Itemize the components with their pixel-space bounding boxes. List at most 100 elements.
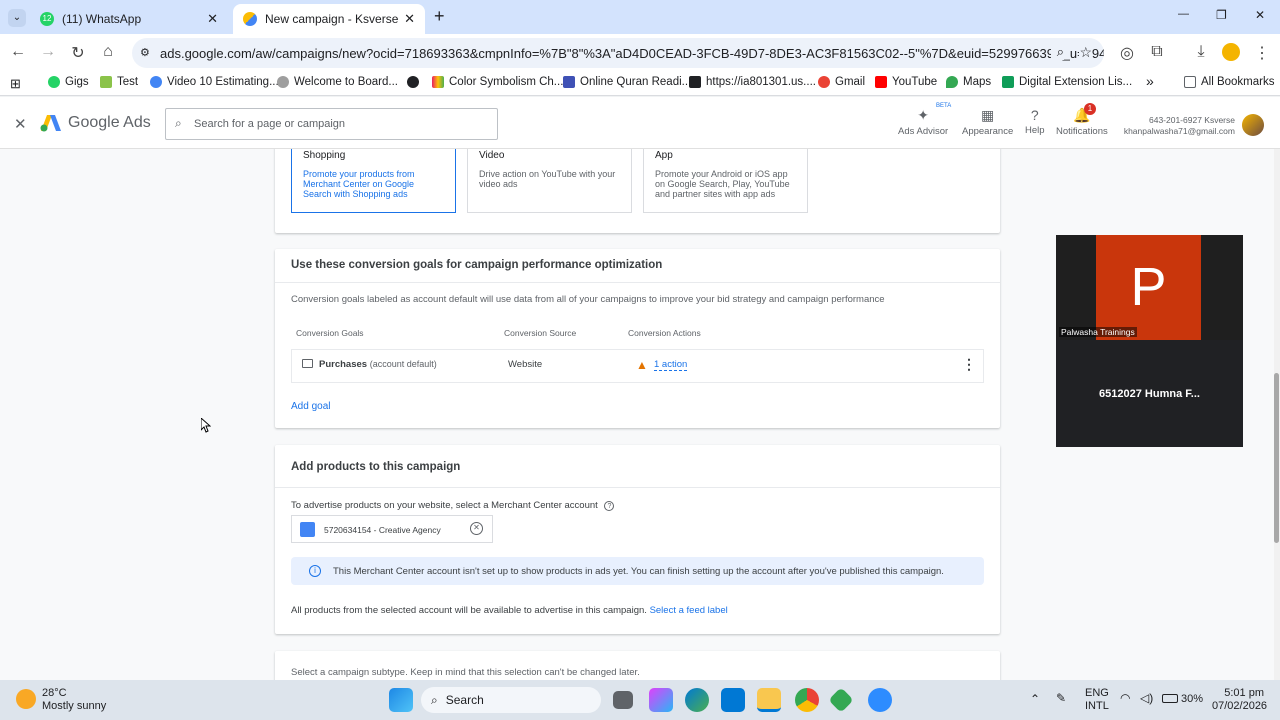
bookmarks-overflow[interactable]: » — [1146, 73, 1154, 89]
add-goal-button[interactable]: Add goal — [291, 401, 330, 412]
bookmark-gigs[interactable]: Gigs — [48, 76, 89, 88]
chevron-up-icon[interactable]: ⌃ — [1030, 692, 1040, 706]
pen-icon[interactable]: ✎ — [1056, 691, 1066, 705]
store-icon[interactable] — [721, 688, 745, 712]
mouse-cursor-icon — [201, 418, 211, 433]
bookmark-youtube[interactable]: YouTube — [875, 76, 937, 88]
campaign-type-video[interactable]: Video Drive action on YouTube with your … — [467, 149, 632, 213]
gigs-icon — [48, 76, 60, 88]
battery-percent: 30% — [1181, 693, 1204, 705]
help-button[interactable]: ? Help — [1025, 107, 1045, 136]
url-text: ads.google.com/aw/campaigns/new?ocid=718… — [160, 45, 1104, 61]
ads-advisor-button[interactable]: ✦ Ads Advisor BETA — [898, 103, 951, 137]
profile-avatar[interactable] — [1222, 43, 1240, 61]
warning-icon: ▲ — [636, 358, 648, 372]
menu-icon[interactable]: ⋮ — [1252, 43, 1272, 63]
bookmark-archive[interactable]: https://ia801301.us.... — [689, 76, 816, 88]
campaign-type-shopping[interactable]: Shopping Promote your products from Merc… — [291, 149, 456, 213]
scrollbar-thumb[interactable] — [1274, 373, 1279, 543]
account-info[interactable]: 643-201-6927 Ksverse khanpalwasha71@gmai… — [1118, 115, 1235, 137]
bookmark-globe[interactable] — [407, 76, 424, 88]
all-bookmarks[interactable]: All Bookmarks — [1184, 76, 1275, 88]
file-explorer-icon[interactable] — [757, 688, 781, 712]
remove-icon[interactable]: ✕ — [470, 522, 483, 535]
campaign-type-app[interactable]: App Promote your Android or iOS app on G… — [643, 149, 808, 213]
section-desc: Conversion goals labeled as account defa… — [291, 294, 885, 305]
weather-widget[interactable]: 28°C Mostly sunny — [42, 687, 106, 713]
info-icon: i — [309, 565, 321, 577]
apps-icon[interactable]: ⊞ — [10, 76, 21, 92]
extension-icon[interactable]: ◎ — [1117, 43, 1137, 63]
merchant-center-icon — [300, 522, 315, 537]
account-email: khanpalwasha71@gmail.com — [1123, 126, 1235, 136]
site-info-icon[interactable]: ⚙ — [140, 46, 150, 59]
appearance-button[interactable]: ▦ Appearance — [962, 107, 1013, 137]
clock[interactable]: 5:01 pm 07/02/2026 — [1212, 687, 1267, 713]
language-indicator[interactable]: ENG INTL — [1085, 687, 1109, 713]
edge-icon[interactable] — [685, 688, 709, 712]
select-feed-label-link[interactable]: Select a feed label — [650, 605, 728, 616]
divider — [275, 282, 1000, 283]
bookmark-gmail[interactable]: Gmail — [818, 76, 865, 88]
puzzle-icon[interactable]: ⧉ — [1147, 43, 1167, 61]
tab-close-icon[interactable]: ✕ — [207, 11, 218, 27]
close-icon[interactable]: ✕ — [14, 115, 27, 133]
tab-search-icon[interactable]: ⌄ — [8, 9, 26, 27]
tab-google-ads[interactable]: New campaign - Ksverse - Goo ✕ — [233, 4, 425, 34]
bookmark-maps[interactable]: Maps — [946, 76, 991, 88]
app-green-icon[interactable] — [828, 687, 854, 713]
more-options-icon[interactable]: ⋮ — [962, 356, 976, 373]
archive-icon — [689, 76, 701, 88]
bookmark-color[interactable]: Color Symbolism Ch... — [432, 76, 563, 88]
reload-icon[interactable]: ↻ — [68, 43, 88, 63]
tab-close-icon[interactable]: ✕ — [404, 11, 415, 27]
tab-whatsapp[interactable]: 12 (11) WhatsApp ✕ — [30, 4, 228, 34]
taskbar-search[interactable]: ⌕ Search — [421, 687, 601, 713]
page-search-input[interactable]: ⌕ Search for a page or campaign — [165, 108, 498, 140]
zoom-icon[interactable]: ⌕ — [1050, 44, 1064, 60]
copilot-icon[interactable] — [649, 688, 673, 712]
wifi-icon[interactable]: ◠ — [1120, 691, 1130, 705]
actions-link[interactable]: 1 action — [654, 359, 688, 371]
products-card: Add products to this campaign To adverti… — [275, 445, 1000, 634]
bookmark-star-icon[interactable]: ☆ — [1079, 44, 1092, 61]
chrome-icon[interactable] — [795, 688, 819, 712]
zoom-app-icon[interactable] — [868, 688, 892, 712]
maximize-button[interactable]: ❐ — [1216, 8, 1227, 22]
column-header-actions: Conversion Actions — [628, 328, 701, 338]
task-view-icon[interactable] — [613, 691, 633, 709]
table-row: Purchases (account default) Website ▲ 1 … — [291, 349, 984, 383]
video-call-panel[interactable]: P Palwasha Trainings 6512027 Humna F... — [1056, 235, 1243, 447]
browser-toolbar: ← → ↻ ⌂ ⚙ ads.google.com/aw/campaigns/ne… — [0, 34, 1280, 72]
google-ads-header: ✕ Google Ads ⌕ Search for a page or camp… — [0, 97, 1280, 149]
quran-icon — [563, 76, 575, 88]
back-icon[interactable]: ← — [8, 43, 28, 61]
account-id: 643-201-6927 Ksverse — [1148, 115, 1235, 125]
battery-icon[interactable] — [1162, 694, 1178, 703]
bookmark-test[interactable]: Test — [100, 76, 138, 88]
bookmark-board[interactable]: Welcome to Board... — [277, 76, 398, 88]
bookmark-video[interactable]: Video 10 Estimating... — [150, 76, 279, 88]
option-title: Video — [479, 150, 505, 161]
bookmark-extension[interactable]: Digital Extension Lis... — [1002, 76, 1132, 88]
temperature: 28°C — [42, 687, 67, 699]
notifications-button[interactable]: 🔔 Notifications 1 — [1056, 103, 1108, 137]
volume-icon[interactable]: ◁) — [1140, 691, 1153, 705]
help-circle-icon[interactable]: ? — [604, 501, 615, 511]
download-icon[interactable]: ⤓ — [1191, 43, 1211, 61]
subtype-hint: Select a campaign subtype. Keep in mind … — [291, 667, 640, 678]
window-close-button[interactable]: ✕ — [1255, 8, 1265, 22]
browser-tab-strip: ⌄ 12 (11) WhatsApp ✕ New campaign - Ksve… — [0, 0, 1280, 34]
scrollbar[interactable] — [1274, 149, 1280, 680]
windows-start-icon[interactable] — [389, 688, 413, 712]
merchant-account-chip[interactable]: 5720634154 - Creative Agency ✕ — [291, 515, 493, 543]
avatar[interactable] — [1242, 114, 1264, 136]
globe-icon — [407, 76, 419, 88]
minimize-button[interactable]: — — [1178, 8, 1189, 20]
address-bar[interactable]: ⚙ ads.google.com/aw/campaigns/new?ocid=7… — [132, 38, 1104, 68]
home-icon[interactable]: ⌂ — [98, 43, 118, 61]
forward-icon[interactable]: → — [38, 43, 58, 61]
new-tab-button[interactable]: + — [434, 6, 445, 27]
google-icon — [150, 76, 162, 88]
bookmark-quran[interactable]: Online Quran Readi... — [563, 76, 691, 88]
